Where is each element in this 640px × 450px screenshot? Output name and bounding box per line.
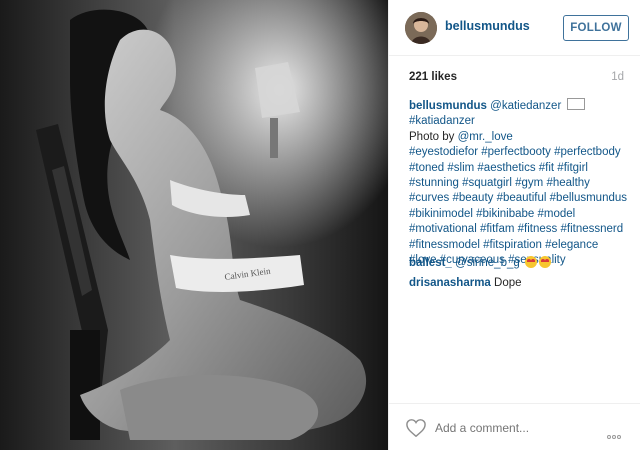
caption-hashtag-line[interactable]: #fitnessmodel #fitspiration #elegance [409, 238, 631, 253]
caption-credit-mention[interactable]: @mr._love [458, 131, 513, 143]
caption-author[interactable]: bellusmundus [409, 100, 487, 112]
caption-hashtag-line[interactable]: #stunning #squatgirl #gym #healthy [409, 176, 631, 191]
post-photo[interactable]: Calvin Klein [0, 0, 388, 450]
caption-hashtag-line[interactable]: #motivational #fitfam #fitness #fitnessn… [409, 222, 631, 237]
caption-credit-line: Photo by @mr._love [409, 130, 631, 145]
heart-icon[interactable] [405, 418, 427, 438]
post-age[interactable]: 1d [611, 71, 624, 83]
heart-eyes-emoji-icon [538, 256, 551, 268]
comment-mention[interactable]: @sirine_b_g [455, 257, 520, 269]
likes-count[interactable]: 221 likes [409, 71, 457, 83]
avatar-image [405, 12, 437, 44]
post-photo-image: Calvin Klein [0, 0, 388, 450]
post-caption: bellusmundus @katiedanzer #katiadanzer P… [409, 98, 631, 268]
emoji-pair-icon [566, 98, 585, 110]
post-header: bellusmundus FOLLOW [389, 0, 640, 56]
caption-credit-prefix: Photo by [409, 130, 458, 143]
caption-hashtag-line[interactable]: #bikinimodel #bikinibabe #model [409, 207, 631, 222]
comment-item: drisanasharma Dope [409, 276, 522, 291]
more-options-icon[interactable] [607, 426, 627, 439]
comment-item: ballest_ @sirine_b_g [409, 256, 551, 271]
caption-line-1: bellusmundus @katiedanzer [409, 98, 631, 114]
avatar[interactable] [405, 12, 437, 44]
heart-eyes-emoji-icon [524, 256, 537, 268]
add-comment-input[interactable] [435, 419, 585, 437]
caption-hashtag-line[interactable]: #toned #slim #aesthetics #fit #fitgirl [409, 161, 631, 176]
caption-mention[interactable]: @katiedanzer [490, 100, 561, 112]
caption-hashtag-line[interactable]: #katiadanzer [409, 114, 631, 129]
comment-author[interactable]: ballest_ [409, 257, 452, 269]
caption-hashtag-line[interactable]: #curves #beauty #beautiful #bellusmundus [409, 191, 631, 206]
comment-author[interactable]: drisanasharma [409, 277, 491, 289]
comment-text: Dope [494, 277, 522, 289]
follow-button[interactable]: FOLLOW [563, 15, 629, 41]
post-details-panel: bellusmundus FOLLOW 221 likes 1d bellusm… [388, 0, 640, 450]
comment-bar [389, 403, 640, 450]
caption-hashtag-line[interactable]: #eyestodiefor #perfectbooty #perfectbody [409, 145, 631, 160]
post-author-username[interactable]: bellusmundus [445, 19, 530, 33]
